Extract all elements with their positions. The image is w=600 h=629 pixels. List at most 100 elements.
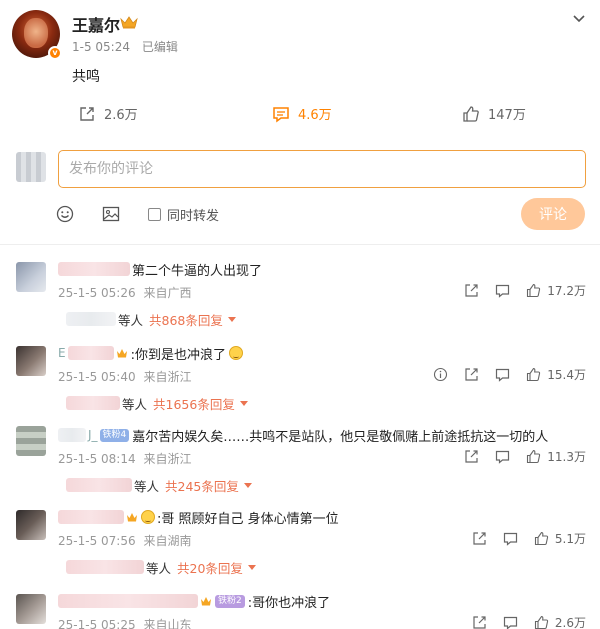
commenter-name-blurred[interactable] <box>58 428 86 442</box>
comment-text: 嘉尔苦内娱久矣……共鸣不是站队，他只是敬佩赌上前途抵抗这一切的人 <box>132 429 549 445</box>
reply-summary[interactable]: 等人 共20条回复 <box>66 558 256 576</box>
share-icon[interactable] <box>472 531 487 546</box>
repost-icon <box>80 106 94 121</box>
view-replies-link[interactable]: 共868条回复 <box>149 310 223 329</box>
commenter-avatar[interactable] <box>16 510 46 540</box>
thumbs-up-icon[interactable] <box>534 615 549 629</box>
view-replies-link[interactable]: 共20条回复 <box>177 558 243 577</box>
sync-repost-checkbox[interactable]: 同时转发 <box>148 205 219 224</box>
share-icon[interactable] <box>472 615 487 629</box>
comment-line: :哥 照顾好自己 身体心情第一位 <box>58 508 339 527</box>
reply-icon[interactable] <box>503 531 518 546</box>
repost-button[interactable]: 2.6万 <box>78 104 138 123</box>
reply-prefix: 等人 <box>134 478 160 494</box>
submit-comment-button[interactable]: 评论 <box>521 198 585 230</box>
crown-icon <box>127 512 137 521</box>
thumbs-up-icon[interactable] <box>526 449 541 464</box>
comment-location: 来自浙江 <box>143 370 192 384</box>
reply-summary[interactable]: 等人 共1656条回复 <box>66 394 248 412</box>
commenter-avatar[interactable] <box>16 426 46 456</box>
post-content: 共鸣 <box>72 69 100 85</box>
reply-summary[interactable]: 等人 共868条回复 <box>66 310 236 328</box>
comment-like-count: 5.1万 <box>554 532 586 546</box>
comment-location: 来自山东 <box>143 618 192 629</box>
post-meta: 1-5 05:24 已编辑 <box>72 38 186 55</box>
caret-down-icon <box>227 316 236 322</box>
reply-summary[interactable]: 等人 共245条回复 <box>66 476 252 494</box>
comment-time: 25-1-5 05:26 <box>58 286 136 300</box>
like-button[interactable]: 147万 <box>462 104 526 123</box>
comment-count: 4.6万 <box>298 108 332 123</box>
chevron-down-icon[interactable] <box>572 14 586 24</box>
caret-down-icon <box>243 482 252 488</box>
comment-line: J_ 铁粉4 嘉尔苦内娱久矣……共鸣不是站队，他只是敬佩赌上前途抵抗这一切的人 <box>58 426 549 445</box>
view-replies-link[interactable]: 共1656条回复 <box>153 394 235 413</box>
reply-icon[interactable] <box>495 283 510 298</box>
comment-like-count: 17.2万 <box>547 284 586 298</box>
reply-icon[interactable] <box>495 367 510 382</box>
comment-text: :你到是也冲浪了 <box>130 347 226 363</box>
image-icon[interactable] <box>102 205 120 223</box>
replier-names-blurred <box>66 396 120 410</box>
comment-text: :哥 照顾好自己 身体心情第一位 <box>157 511 339 527</box>
post-header: v 王嘉尔 1-5 05:24 已编辑 <box>12 10 588 62</box>
reply-prefix: 等人 <box>118 312 144 328</box>
commenter-name-blurred[interactable] <box>58 262 130 276</box>
comment-line: 第二个牛逼的人出现了 <box>58 260 262 279</box>
comment-actions: 5.1万 <box>456 530 586 547</box>
comment-button[interactable]: 4.6万 <box>272 104 600 123</box>
comment-actions: 11.3万 <box>448 448 586 465</box>
fan-level-badge[interactable]: 铁粉2 <box>215 594 245 608</box>
comment-input[interactable] <box>58 150 586 188</box>
comment-location: 来自广西 <box>143 286 192 300</box>
emoji-icon <box>228 346 243 360</box>
my-avatar[interactable] <box>16 152 46 182</box>
fan-level-badge[interactable]: 铁粉4 <box>99 428 130 442</box>
commenter-name-blurred[interactable] <box>58 510 124 524</box>
commenter-avatar[interactable] <box>16 262 46 292</box>
author-name[interactable]: 王嘉尔 <box>72 12 120 36</box>
commenter-name-blurred[interactable] <box>67 346 114 360</box>
comment-actions: 17.2万 <box>448 282 586 299</box>
reply-icon[interactable] <box>503 615 518 629</box>
share-icon[interactable] <box>464 449 479 464</box>
commenter-name[interactable]: E <box>58 346 66 360</box>
comment-time: 25-1-5 05:25 <box>58 618 136 629</box>
commenter-name[interactable]: J_ <box>88 428 98 442</box>
post-edited-label: 已编辑 <box>141 40 178 54</box>
thumbs-up-icon[interactable] <box>534 531 549 546</box>
comment-meta: 25-1-5 07:56 来自湖南 <box>58 532 195 549</box>
comment-meta: 25-1-5 05:25 来自山东 <box>58 616 195 629</box>
reply-prefix: 等人 <box>146 560 172 576</box>
divider <box>0 244 600 245</box>
comment-time: 25-1-5 07:56 <box>58 534 136 548</box>
comment-like-count: 11.3万 <box>547 450 586 464</box>
thumbs-up-icon[interactable] <box>526 283 541 298</box>
share-icon[interactable] <box>464 367 479 382</box>
comment-line: 铁粉2 :哥你也冲浪了 <box>58 592 330 611</box>
sync-repost-label: 同时转发 <box>167 208 220 224</box>
caret-down-icon <box>247 564 256 570</box>
crown-icon <box>201 596 211 605</box>
replier-names-blurred <box>66 312 116 326</box>
commenter-avatar[interactable] <box>16 346 46 376</box>
commenter-name-blurred[interactable] <box>58 594 198 608</box>
comment-time: 25-1-5 05:40 <box>58 370 136 384</box>
share-icon[interactable] <box>464 283 479 298</box>
info-icon[interactable] <box>433 367 448 382</box>
comment-actions: 15.4万 <box>417 366 586 383</box>
comment-like-count: 15.4万 <box>547 368 586 382</box>
commenter-avatar[interactable] <box>16 594 46 624</box>
crown-icon <box>120 16 138 29</box>
reply-icon[interactable] <box>495 449 510 464</box>
thumbs-up-icon <box>463 105 479 122</box>
checkbox-box[interactable] <box>148 207 161 221</box>
reply-prefix: 等人 <box>122 396 148 412</box>
view-replies-link[interactable]: 共245条回复 <box>165 476 239 495</box>
post-timestamp[interactable]: 1-5 05:24 <box>72 40 130 54</box>
emoji-icon[interactable] <box>56 205 74 223</box>
compose-toolbar: 同时转发 <box>56 202 219 226</box>
thumbs-up-icon[interactable] <box>526 367 541 382</box>
comment-time: 25-1-5 08:14 <box>58 452 136 466</box>
comment-actions: 2.6万 <box>456 614 586 629</box>
